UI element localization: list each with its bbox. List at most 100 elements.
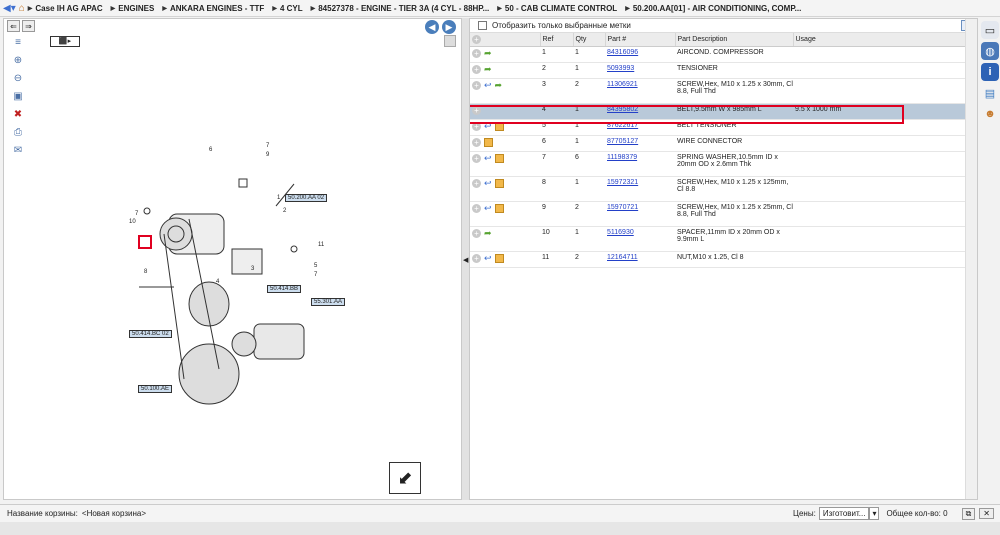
cart-value[interactable]: <Новая корзина>: [82, 509, 146, 518]
table-row[interactable]: + ➦ 1 1 84316096 AIRCOND. COMPRESSOR: [470, 46, 965, 63]
back-link-icon[interactable]: ↩: [484, 80, 492, 90]
zoom-out-icon[interactable]: ⊖: [10, 73, 26, 91]
table-row[interactable]: +6 1 87705127 WIRE CONNECTOR: [470, 135, 965, 152]
fit-icon[interactable]: ▣: [10, 91, 26, 109]
table-row[interactable]: + ➦ 10 1 5116930 SPACER,11mm ID x 20mm OD x 9…: [470, 226, 965, 252]
add-to-cart-icon[interactable]: +: [472, 153, 481, 163]
table-row[interactable]: + ↩ ➦ 3 2 11306921 SCREW,Hex, M10 x 1.25 x 30m…: [470, 78, 965, 104]
print-icon[interactable]: ⎙: [10, 127, 26, 145]
ref-label[interactable]: 5: [314, 263, 317, 269]
part-number-link[interactable]: 15972321: [607, 179, 638, 186]
collapse-icon[interactable]: [444, 35, 456, 47]
add-to-cart-icon[interactable]: +: [472, 137, 481, 147]
vertical-scrollbar[interactable]: [965, 19, 977, 499]
window-icon[interactable]: ▭: [981, 21, 999, 39]
ref-label[interactable]: 7: [314, 272, 317, 278]
mail-icon[interactable]: ✉: [10, 145, 26, 163]
table-row[interactable]: + ↩ 7 6 11198379 SPRING WASHER,10.5mm ID x 20…: [470, 151, 965, 177]
breadcrumb-item[interactable]: ENGINES: [111, 4, 154, 13]
chevron-down-icon[interactable]: ▾: [869, 507, 880, 520]
back-link-icon[interactable]: ↩: [484, 178, 492, 188]
filter-checkbox[interactable]: [478, 21, 487, 30]
breadcrumb-item[interactable]: 4 CYL: [272, 4, 303, 13]
callout-50-100[interactable]: 50.100.AE: [138, 385, 173, 393]
info-icon[interactable]: i: [981, 63, 999, 81]
ref-label[interactable]: 3: [251, 266, 254, 272]
col-ref[interactable]: Ref: [540, 33, 574, 47]
part-number-link[interactable]: 5093993: [607, 65, 634, 72]
home-icon[interactable]: ⌂: [19, 3, 25, 14]
table-row[interactable]: + ↩ 11 2 12164711 NUT,M10 x 1.25, Cl 8: [470, 251, 965, 268]
callout-55-301[interactable]: 55.301.AA: [311, 298, 346, 306]
breadcrumb-item[interactable]: ANKARA ENGINES - TTF: [162, 4, 264, 13]
part-number-link[interactable]: 84316096: [607, 49, 638, 56]
add-to-cart-icon[interactable]: +: [472, 64, 481, 74]
callout-50-200[interactable]: 50.200.AA 02: [285, 194, 328, 202]
export-arrow-icon[interactable]: ⬋: [389, 462, 421, 494]
view-mode-icon[interactable]: ⬛▸: [50, 36, 80, 47]
ref-label[interactable]: 11: [318, 242, 324, 248]
add-to-cart-icon[interactable]: +: [472, 48, 481, 58]
package-icon[interactable]: [494, 253, 504, 263]
panel-splitter[interactable]: ◀: [462, 18, 469, 500]
chat-icon[interactable]: ▤: [981, 84, 999, 102]
back-link-icon[interactable]: ↩: [484, 203, 492, 213]
close-button[interactable]: ✕: [979, 508, 994, 519]
ref-label[interactable]: 7: [135, 211, 138, 217]
add-to-cart-icon[interactable]: +: [472, 178, 481, 188]
part-number-link[interactable]: 12164711: [607, 254, 638, 261]
col-part[interactable]: Part #: [605, 33, 676, 47]
part-number-link[interactable]: 11198379: [607, 154, 637, 161]
callout-50-414-bb[interactable]: 50.414.BB: [267, 285, 302, 293]
package-icon[interactable]: [484, 137, 493, 147]
forward-link-icon[interactable]: ➦: [484, 48, 492, 58]
breadcrumb-item[interactable]: 50.200.AA[01] - AIR CONDITIONING, COMP..…: [625, 4, 801, 13]
globe-icon[interactable]: ◍: [981, 42, 999, 60]
zoom-in-icon[interactable]: ⊕: [10, 55, 26, 73]
breadcrumb-item[interactable]: 50 - CAB CLIMATE CONTROL: [497, 4, 617, 13]
add-to-cart-icon[interactable]: +: [472, 228, 481, 238]
prices-dropdown[interactable]: Изготовит...: [818, 507, 870, 520]
clear-icon[interactable]: ✖: [10, 109, 26, 127]
restore-button[interactable]: ⧉: [961, 507, 976, 520]
col-desc[interactable]: Part Description: [675, 33, 794, 47]
user-icon[interactable]: ☻: [981, 105, 999, 123]
back-arrow-icon[interactable]: ◀▾: [3, 3, 16, 14]
part-number-link[interactable]: 87705127: [607, 138, 638, 145]
add-to-cart-icon[interactable]: +: [472, 253, 481, 263]
ref-label[interactable]: 8: [144, 269, 147, 275]
collapse-arrow-icon[interactable]: ◀: [463, 256, 468, 264]
table-row[interactable]: + ➦ 2 1 5093993 TENSIONER: [470, 62, 965, 79]
next-circle-button[interactable]: ▶: [442, 20, 456, 34]
ref-label[interactable]: 7: [266, 143, 269, 149]
next-page-button[interactable]: ⇒: [22, 20, 35, 32]
col-qty[interactable]: Qty: [573, 33, 606, 47]
back-link-icon[interactable]: ↩: [484, 153, 492, 163]
part-number-link[interactable]: 5116930: [607, 229, 634, 236]
col-usage[interactable]: Usage: [793, 33, 966, 47]
add-to-cart-icon[interactable]: +: [472, 203, 481, 213]
ref-label[interactable]: 9: [266, 152, 269, 158]
part-number-link[interactable]: 11306921: [607, 81, 638, 88]
ref-label[interactable]: 4: [216, 279, 219, 285]
ref-label[interactable]: 6: [209, 147, 212, 153]
part-number-link[interactable]: 15970721: [607, 204, 638, 211]
breadcrumb-item[interactable]: Case IH AG APAC: [28, 4, 102, 13]
breadcrumb-item[interactable]: 84527378 - ENGINE - TIER 3A (4 CYL - 88H…: [311, 4, 489, 13]
back-link-icon[interactable]: ↩: [484, 253, 492, 263]
prev-page-button[interactable]: ⇐: [7, 20, 20, 32]
forward-link-icon[interactable]: ➦: [484, 64, 492, 74]
package-icon[interactable]: [494, 153, 504, 163]
callout-50-414-bc[interactable]: 50.414.BC 02: [129, 330, 172, 338]
forward-link-icon[interactable]: ➦: [484, 228, 492, 238]
table-row[interactable]: + ↩ 9 2 15970721 SCREW,Hex, M10 x 1.25 x 25mm…: [470, 201, 965, 227]
ref-label[interactable]: 2: [283, 208, 286, 214]
prev-circle-button[interactable]: ◀: [425, 20, 439, 34]
package-icon[interactable]: [494, 203, 504, 213]
add-to-cart-icon[interactable]: +: [472, 80, 481, 90]
ref-label[interactable]: 10: [129, 219, 136, 225]
ref-label[interactable]: 1: [277, 195, 280, 201]
package-icon[interactable]: [494, 178, 504, 188]
forward-link-icon[interactable]: ➦: [495, 80, 503, 90]
diagram-selection-highlight[interactable]: [138, 235, 152, 249]
